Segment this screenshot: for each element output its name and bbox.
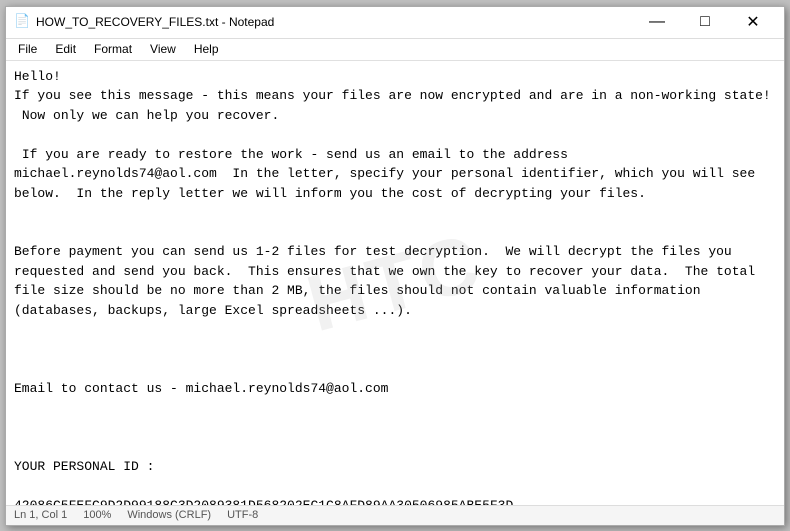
- status-ln-col: Ln 1, Col 1: [14, 509, 67, 521]
- window-controls: — □ ✕: [634, 6, 776, 38]
- menu-edit[interactable]: Edit: [47, 40, 84, 58]
- maximize-button[interactable]: □: [682, 6, 728, 38]
- status-bar: Ln 1, Col 1 100% Windows (CRLF) UTF-8: [6, 505, 784, 525]
- app-icon: 📄: [14, 14, 30, 30]
- notepad-window: 📄 HOW_TO_RECOVERY_FILES.txt - Notepad — …: [5, 6, 785, 526]
- menu-file[interactable]: File: [10, 40, 45, 58]
- status-charset: UTF-8: [227, 509, 258, 521]
- status-encoding: Windows (CRLF): [127, 509, 211, 521]
- menu-view[interactable]: View: [142, 40, 184, 58]
- file-content: Hello! If you see this message - this me…: [14, 67, 776, 505]
- menu-help[interactable]: Help: [186, 40, 227, 58]
- menu-bar: File Edit Format View Help: [6, 39, 784, 61]
- text-editor-area[interactable]: HTC Hello! If you see this message - thi…: [6, 61, 784, 505]
- title-bar-left: 📄 HOW_TO_RECOVERY_FILES.txt - Notepad: [14, 14, 634, 30]
- title-bar: 📄 HOW_TO_RECOVERY_FILES.txt - Notepad — …: [6, 7, 784, 39]
- menu-format[interactable]: Format: [86, 40, 140, 58]
- window-title: HOW_TO_RECOVERY_FILES.txt - Notepad: [36, 15, 274, 29]
- minimize-button[interactable]: —: [634, 6, 680, 38]
- close-button[interactable]: ✕: [730, 6, 776, 38]
- status-zoom: 100%: [83, 509, 111, 521]
